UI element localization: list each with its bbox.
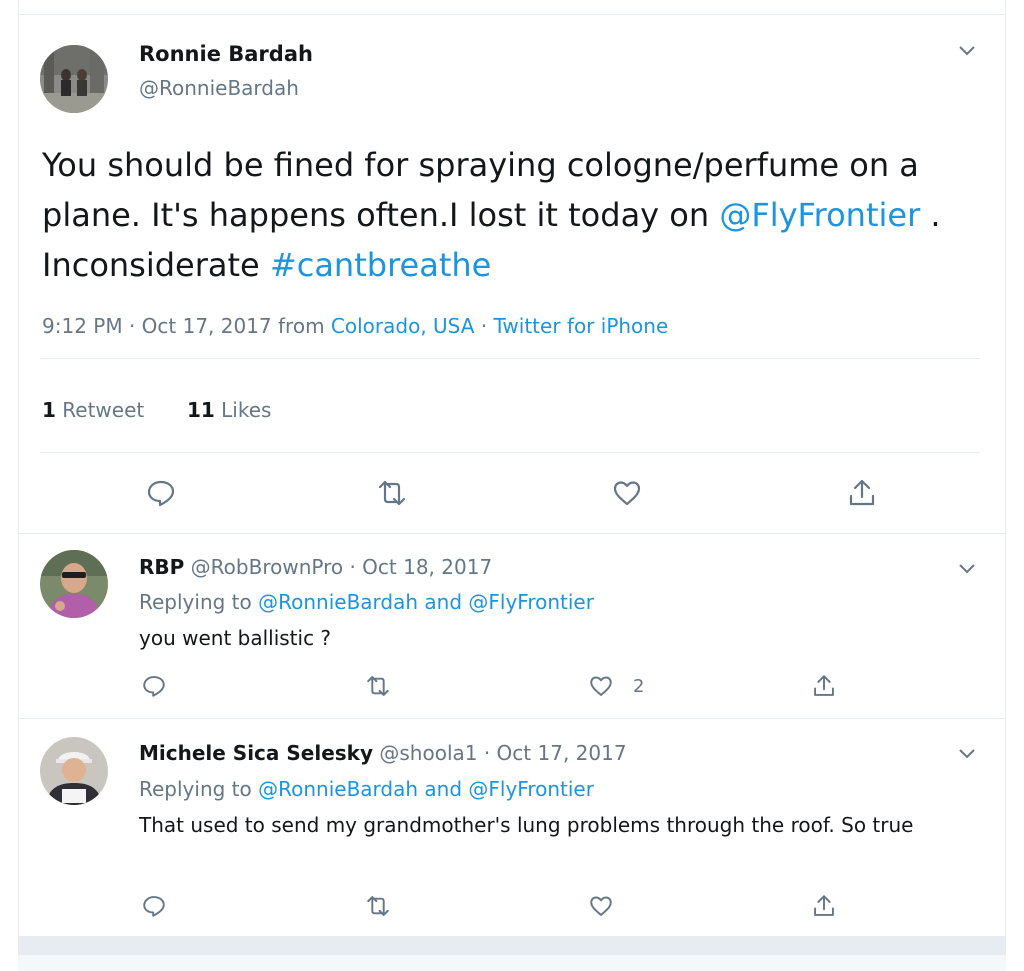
tweet-time: 9:12 PM · Oct 17, 2017 from — [42, 314, 331, 338]
share-icon[interactable] — [811, 673, 837, 699]
avatar[interactable] — [40, 550, 108, 618]
chevron-down-icon[interactable] — [957, 44, 977, 58]
author-handle[interactable]: @RonnieBardah — [139, 76, 299, 100]
like-count: 11 — [186, 398, 215, 422]
share-icon[interactable] — [846, 477, 878, 509]
reply-icon[interactable] — [145, 477, 177, 509]
top-divider — [18, 14, 1006, 15]
replying-to: Replying to @RonnieBardah and @FlyFronti… — [139, 590, 594, 614]
retweet-icon[interactable] — [365, 893, 391, 919]
reply-header: Michele Sica Selesky @shoola1 · Oct 17, … — [139, 741, 627, 765]
tweet-text: You should be fined for spraying cologne… — [42, 140, 992, 290]
reply-text: That used to send my grandmother's lung … — [139, 813, 914, 837]
likes-stat[interactable]: 11 Likes — [187, 398, 272, 422]
chevron-down-icon[interactable] — [957, 747, 977, 761]
hashtag-link[interactable]: #cantbreathe — [270, 246, 491, 284]
retweet-label: Retweet — [55, 398, 145, 422]
author-handle-date[interactable]: @RobBrownPro · Oct 18, 2017 — [184, 555, 493, 579]
replying-label: Replying to — [139, 590, 259, 614]
stats-divider — [40, 452, 980, 453]
like-icon[interactable] — [588, 893, 614, 919]
retweet-icon[interactable] — [365, 673, 391, 699]
reply-divider — [18, 533, 1006, 534]
location-link[interactable]: Colorado, USA — [331, 314, 475, 338]
avatar[interactable] — [40, 45, 108, 113]
author-handle-date[interactable]: @shoola1 · Oct 17, 2017 — [373, 741, 626, 765]
reply-divider — [18, 718, 1006, 719]
meta-divider — [40, 358, 980, 359]
share-icon[interactable] — [811, 893, 837, 919]
reply-text: you went ballistic ? — [139, 626, 332, 650]
retweet-stat[interactable]: 1 Retweet — [42, 398, 144, 422]
retweet-count: 1 — [42, 398, 56, 422]
author-name[interactable]: RBP — [139, 555, 184, 579]
like-count: 2 — [633, 676, 645, 697]
author-name[interactable]: Michele Sica Selesky — [139, 741, 373, 765]
tweet-meta: 9:12 PM · Oct 17, 2017 from Colorado, US… — [42, 314, 668, 338]
chevron-down-icon[interactable] — [957, 562, 977, 576]
author-name[interactable]: Ronnie Bardah — [139, 42, 313, 66]
source-link[interactable]: Twitter for iPhone — [494, 314, 669, 338]
tweet-stats: 1 Retweet 11 Likes — [42, 398, 271, 422]
like-icon[interactable] — [611, 477, 643, 509]
reply-icon[interactable] — [141, 893, 167, 919]
like-icon[interactable] — [588, 673, 614, 699]
reply-icon[interactable] — [141, 673, 167, 699]
next-tweet-edge — [18, 955, 1006, 971]
retweet-icon[interactable] — [376, 477, 408, 509]
replying-to: Replying to @RonnieBardah and @FlyFronti… — [139, 777, 594, 801]
likes-label: Likes — [214, 398, 272, 422]
replying-users[interactable]: @RonnieBardah and @FlyFrontier — [258, 777, 594, 801]
reply-header: RBP @RobBrownPro · Oct 18, 2017 — [139, 555, 492, 579]
avatar[interactable] — [40, 737, 108, 805]
replying-label: Replying to — [139, 777, 259, 801]
replying-users[interactable]: @RonnieBardah and @FlyFrontier — [258, 590, 594, 614]
mention-link[interactable]: @FlyFrontier — [719, 196, 920, 234]
meta-separator: · — [474, 314, 494, 338]
